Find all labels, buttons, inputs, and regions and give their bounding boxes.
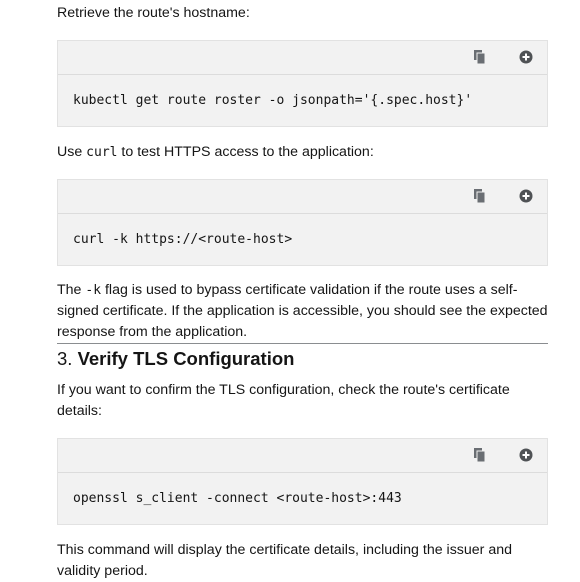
section-title: Verify TLS Configuration	[77, 348, 295, 369]
inline-code: curl	[86, 145, 118, 160]
paragraph-display-details: This command will display the certificat…	[57, 542, 513, 579]
copy-icon[interactable]	[472, 188, 488, 204]
copy-icon[interactable]	[472, 49, 488, 65]
code-block-toolbar	[58, 41, 547, 75]
code-block-kubectl: kubectl get route roster -o jsonpath='{.…	[57, 40, 548, 127]
text: to test HTTPS access to the application:	[117, 144, 374, 160]
code-block-toolbar	[58, 180, 547, 214]
code-command: curl -k https://<route-host>	[73, 232, 293, 247]
code-block-toolbar	[58, 439, 547, 473]
section-heading: 3. Verify TLS Configuration	[57, 347, 548, 371]
code-block-curl: curl -k https://<route-host>	[57, 179, 548, 266]
copy-icon[interactable]	[472, 447, 488, 463]
code-command: kubectl get route roster -o jsonpath='{.…	[73, 93, 473, 108]
text: flag is used to bypass certificate valid…	[57, 282, 548, 340]
paragraph-retrieve-hostname: Retrieve the route's hostname:	[57, 5, 250, 21]
inline-code: -k	[85, 283, 102, 298]
section-number: 3.	[57, 348, 73, 369]
code-block-openssl: openssl s_client -connect <route-host>:4…	[57, 438, 548, 525]
plus-circle-icon[interactable]	[518, 447, 534, 463]
paragraph-k-flag: The -k flag is used to bypass certificat…	[57, 280, 548, 343]
divider	[57, 343, 548, 344]
text: Use	[57, 144, 87, 160]
text: The	[57, 282, 86, 298]
paragraph-use-curl: Use curl to test HTTPS access to the app…	[57, 142, 548, 163]
plus-circle-icon[interactable]	[518, 49, 534, 65]
plus-circle-icon[interactable]	[518, 188, 534, 204]
code-command: openssl s_client -connect <route-host>:4…	[73, 491, 402, 506]
paragraph-confirm-tls: If you want to confirm the TLS configura…	[57, 382, 510, 419]
